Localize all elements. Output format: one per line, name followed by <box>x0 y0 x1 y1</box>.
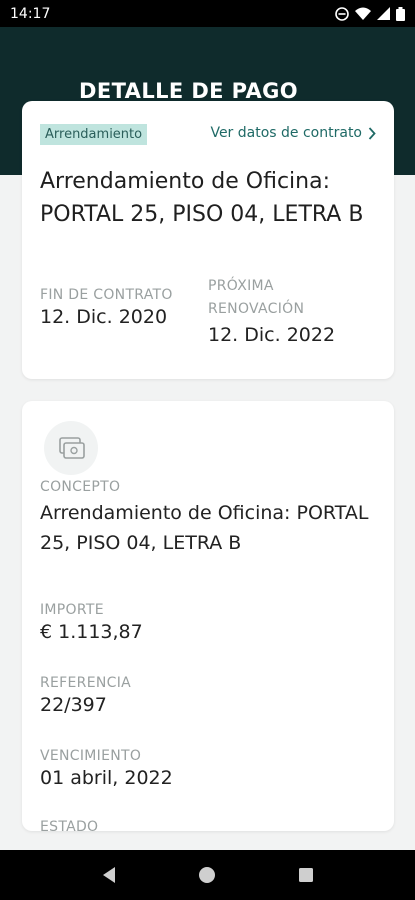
status-icons <box>335 6 405 21</box>
field-label: CONCEPTO <box>40 479 121 495</box>
recents-icon[interactable] <box>298 867 314 883</box>
contract-type-badge: Arrendamiento <box>40 124 148 145</box>
field-reference: REFERENCIA 22/397 <box>40 675 380 716</box>
view-contract-label: Ver datos de contrato <box>210 125 362 141</box>
page-title: DETALLE DE PAGO <box>79 79 299 103</box>
chevron-right-icon <box>368 126 376 140</box>
signal-icon <box>377 7 390 20</box>
contract-renewal: PRÓXIMA RENOVACIÓN 12. Dic. 2022 <box>208 275 368 346</box>
contract-end-value: 12. Dic. 2020 <box>40 306 168 328</box>
contract-end: FIN DE CONTRATO 12. Dic. 2020 <box>40 287 173 328</box>
do-not-disturb-icon <box>335 6 349 21</box>
field-label: ESTADO <box>40 819 99 831</box>
field-value: € 1.113,87 <box>40 621 143 643</box>
contract-renewal-label: PRÓXIMA RENOVACIÓN <box>208 278 305 317</box>
field-amount: IMPORTE € 1.113,87 <box>40 602 380 643</box>
status-bar: 14:17 <box>0 0 415 27</box>
view-contract-link[interactable]: Ver datos de contrato <box>210 125 376 141</box>
status-time: 14:17 <box>10 5 51 22</box>
contract-card: Arrendamiento Ver datos de contrato Arre… <box>22 101 394 379</box>
system-nav-bar <box>0 850 415 900</box>
field-value: 22/397 <box>40 694 107 716</box>
field-concept: CONCEPTO Arrendamiento de Oficina: PORTA… <box>40 479 380 558</box>
field-due-date: VENCIMIENTO 01 abril, 2022 <box>40 748 380 789</box>
contract-renewal-value: 12. Dic. 2022 <box>208 324 336 346</box>
field-label: IMPORTE <box>40 602 104 618</box>
contract-title: Arrendamiento de Oficina: PORTAL 25, PIS… <box>40 169 364 227</box>
field-label: REFERENCIA <box>40 675 131 691</box>
payment-detail-card: CONCEPTO Arrendamiento de Oficina: PORTA… <box>22 401 394 831</box>
field-status: ESTADO <box>40 819 380 831</box>
contract-end-label: FIN DE CONTRATO <box>40 287 173 303</box>
field-value: Arrendamiento de Oficina: PORTAL 25, PIS… <box>40 502 369 554</box>
wifi-icon <box>355 7 371 20</box>
back-icon[interactable] <box>101 866 117 884</box>
field-label: VENCIMIENTO <box>40 748 142 764</box>
payment-document-icon <box>44 421 98 475</box>
field-value: 01 abril, 2022 <box>40 767 173 789</box>
battery-icon <box>396 6 405 21</box>
home-icon[interactable] <box>198 866 216 884</box>
